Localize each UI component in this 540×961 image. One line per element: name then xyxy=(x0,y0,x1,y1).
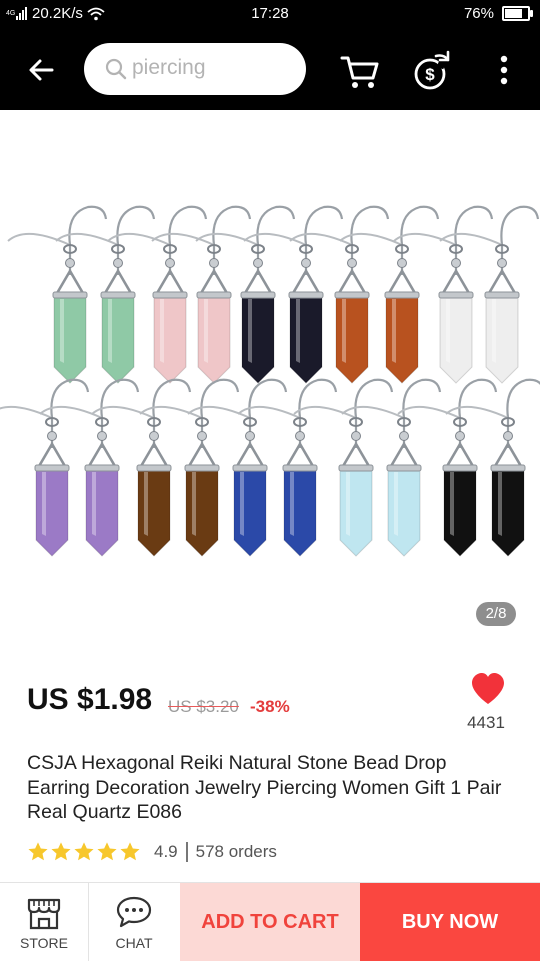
star-icon xyxy=(74,842,94,861)
star-icon xyxy=(51,842,71,861)
more-vertical-icon[interactable] xyxy=(482,48,526,92)
store-icon xyxy=(27,898,61,930)
rating-score: 4.9 xyxy=(154,842,178,861)
rating-divider xyxy=(185,842,188,862)
buy-now-button[interactable]: BUY NOW xyxy=(360,883,540,961)
svg-text:$: $ xyxy=(425,65,435,84)
search-icon xyxy=(105,58,127,80)
original-price: US $3.20 xyxy=(168,697,239,716)
store-button[interactable]: STORE xyxy=(0,883,89,961)
chat-bubble-icon xyxy=(116,896,152,928)
share-coin-icon[interactable]: $ xyxy=(410,48,454,92)
image-counter: 2/8 xyxy=(476,602,516,626)
battery-percent: 76% xyxy=(463,5,494,22)
battery-icon xyxy=(502,6,533,21)
search-text: piercing xyxy=(132,56,206,79)
status-bar: 4G 20.2K/s 17:28 76% xyxy=(0,0,540,28)
earrings-photo xyxy=(0,205,540,557)
earring-row2-1 xyxy=(0,378,90,557)
cart-icon[interactable] xyxy=(338,48,382,92)
star-icon xyxy=(120,842,140,861)
store-label: STORE xyxy=(20,935,68,951)
search-input[interactable]: piercing xyxy=(84,43,306,95)
discount-badge: -38% xyxy=(250,697,290,716)
top-bar: 4G 20.2K/s 17:28 76% piercing $ xyxy=(0,0,540,110)
battery-level xyxy=(505,9,522,18)
wishlist-count: 4431 xyxy=(467,713,505,732)
orders-count: 578 orders xyxy=(195,842,277,861)
bottom-action-bar: STORE CHAT ADD TO CART BUY NOW xyxy=(0,882,540,961)
wishlist-heart-icon[interactable] xyxy=(470,672,506,706)
add-to-cart-button[interactable]: ADD TO CART xyxy=(180,883,360,961)
earring-row1-1 xyxy=(7,205,108,384)
status-time: 17:28 xyxy=(251,5,289,22)
chat-button[interactable]: CHAT xyxy=(90,883,178,961)
star-icon xyxy=(97,842,117,861)
price: US $1.98 xyxy=(27,683,153,716)
product-title: CSJA Hexagonal Reiki Natural Stone Bead … xyxy=(27,752,502,823)
product-image[interactable] xyxy=(0,110,540,650)
app-bar: piercing $ xyxy=(0,28,540,110)
star-icon xyxy=(28,842,48,861)
back-arrow-icon[interactable] xyxy=(22,50,62,90)
star-rating xyxy=(27,841,141,863)
rating-row[interactable]: 4.9 578 orders xyxy=(27,840,277,864)
chat-label: CHAT xyxy=(115,935,153,951)
status-right: 76% xyxy=(463,5,533,22)
